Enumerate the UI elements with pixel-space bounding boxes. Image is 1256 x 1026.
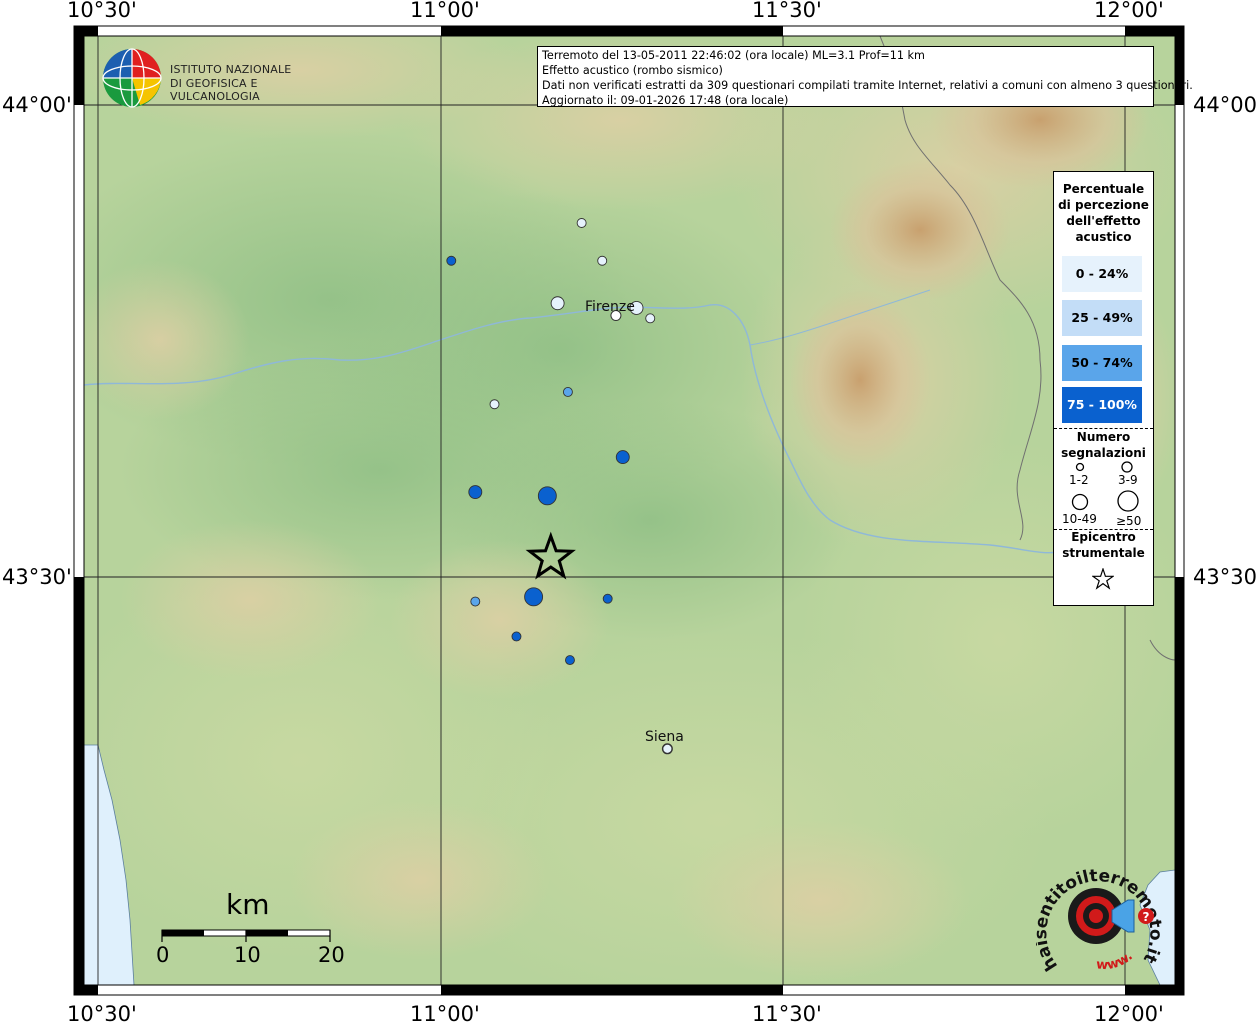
legend-class-0-24: 0 - 24% (1062, 256, 1142, 292)
lat-tick-4330-right: 43°30' (1193, 565, 1256, 589)
scale-label-0: 0 (156, 943, 170, 967)
questionnaire-point (645, 313, 656, 324)
lon-tick-1130-bottom: 11°30' (752, 1002, 822, 1026)
legend-epicenter-star-icon (1092, 568, 1114, 590)
questionnaire-point (615, 450, 630, 465)
legend-title-percent: Percentuale di percezione dell'effetto a… (1058, 182, 1149, 244)
questionnaire-point (550, 296, 565, 311)
lon-tick-1200-bottom: 12°00' (1094, 1002, 1164, 1026)
haisentito-logo: haisentitoilterremoto.it ? www. (1031, 858, 1176, 988)
scale-label-20: 20 (318, 943, 345, 967)
questionnaire-point (576, 218, 587, 228)
ingv-logo-line2: DI GEOFISICA E VULCANOLOGIA (170, 76, 260, 104)
questionnaire-point (597, 255, 608, 266)
questionnaire-point (562, 387, 573, 397)
legend-title-epicenter: Epicentro strumentale (1062, 530, 1145, 560)
questionnaire-point (565, 655, 575, 666)
lat-tick-4400-right: 44°00' (1193, 93, 1256, 117)
questionnaire-point (662, 743, 673, 754)
ingv-globe-icon (102, 48, 162, 108)
size-symbol-10-49 (1071, 493, 1089, 511)
lon-tick-1130-top: 11°30' (752, 0, 822, 22)
ingv-logo: ISTITUTO NAZIONALE DI GEOFISICA E VULCAN… (100, 46, 330, 110)
svg-text:?: ? (1143, 910, 1150, 924)
haisentito-logo-icon: haisentitoilterremoto.it ? www. (1031, 866, 1165, 974)
city-label-firenze: Firenze (585, 299, 635, 315)
questionnaire-point (602, 593, 613, 604)
size-symbol-3-9 (1121, 461, 1133, 473)
questionnaire-point (524, 587, 544, 607)
lon-tick-1100-top: 11°00' (410, 0, 480, 22)
lat-tick-4330-left: 43°30' (2, 565, 72, 589)
lon-tick-1030-top: 10°30' (67, 0, 137, 22)
lon-tick-1030-bottom: 10°30' (67, 1002, 137, 1026)
lat-tick-4400-left: 44°00' (2, 93, 72, 117)
size-symbol-1-2 (1075, 462, 1085, 472)
lon-tick-1100-bottom: 11°00' (410, 1002, 480, 1026)
questionnaire-point (468, 485, 483, 499)
legend-size-label-50-plus: ≥50 (1116, 514, 1142, 528)
questionnaire-point (537, 486, 557, 506)
legend-class-25-49: 25 - 49% (1062, 300, 1142, 336)
legend-size-symbols (1071, 461, 1139, 512)
lon-tick-1200-top: 12°00' (1094, 0, 1164, 22)
svg-text:www.: www. (1096, 949, 1136, 973)
questionnaire-point (489, 399, 500, 410)
legend-class-50-74: 50 - 74% (1062, 345, 1142, 381)
legend-size-label-3-9: 3-9 (1118, 473, 1138, 487)
questionnaire-point (446, 255, 457, 266)
questionnaire-point (511, 631, 522, 642)
legend-class-75-100: 75 - 100% (1062, 387, 1142, 423)
haisentito-logo-www: www. (1096, 949, 1136, 973)
legend-size-label-1-2: 1-2 (1069, 473, 1089, 487)
questionnaire-point (470, 596, 481, 607)
event-info-line3: Dati non verificati estratti da 309 ques… (542, 79, 1193, 92)
scale-unit: km (226, 888, 270, 921)
legend-size-label-10-49: 10-49 (1062, 512, 1097, 526)
terrain (84, 36, 1175, 985)
scale-label-10: 10 (234, 943, 261, 967)
size-symbol-50-plus (1117, 490, 1139, 512)
event-info-line1: Terremoto del 13-05-2011 22:46:02 (ora l… (542, 49, 925, 62)
city-label-siena: Siena (645, 729, 684, 745)
event-info-line4: Aggiornato il: 09-01-2026 17:48 (ora loc… (542, 94, 789, 107)
event-info-line2: Effetto acustico (rombo sismico) (542, 64, 723, 77)
ingv-logo-line1: ISTITUTO NAZIONALE (170, 63, 292, 76)
event-info-box: Terremoto del 13-05-2011 22:46:02 (ora l… (537, 46, 1193, 107)
legend: Percentuale di percezione dell'effetto a… (1053, 171, 1154, 606)
